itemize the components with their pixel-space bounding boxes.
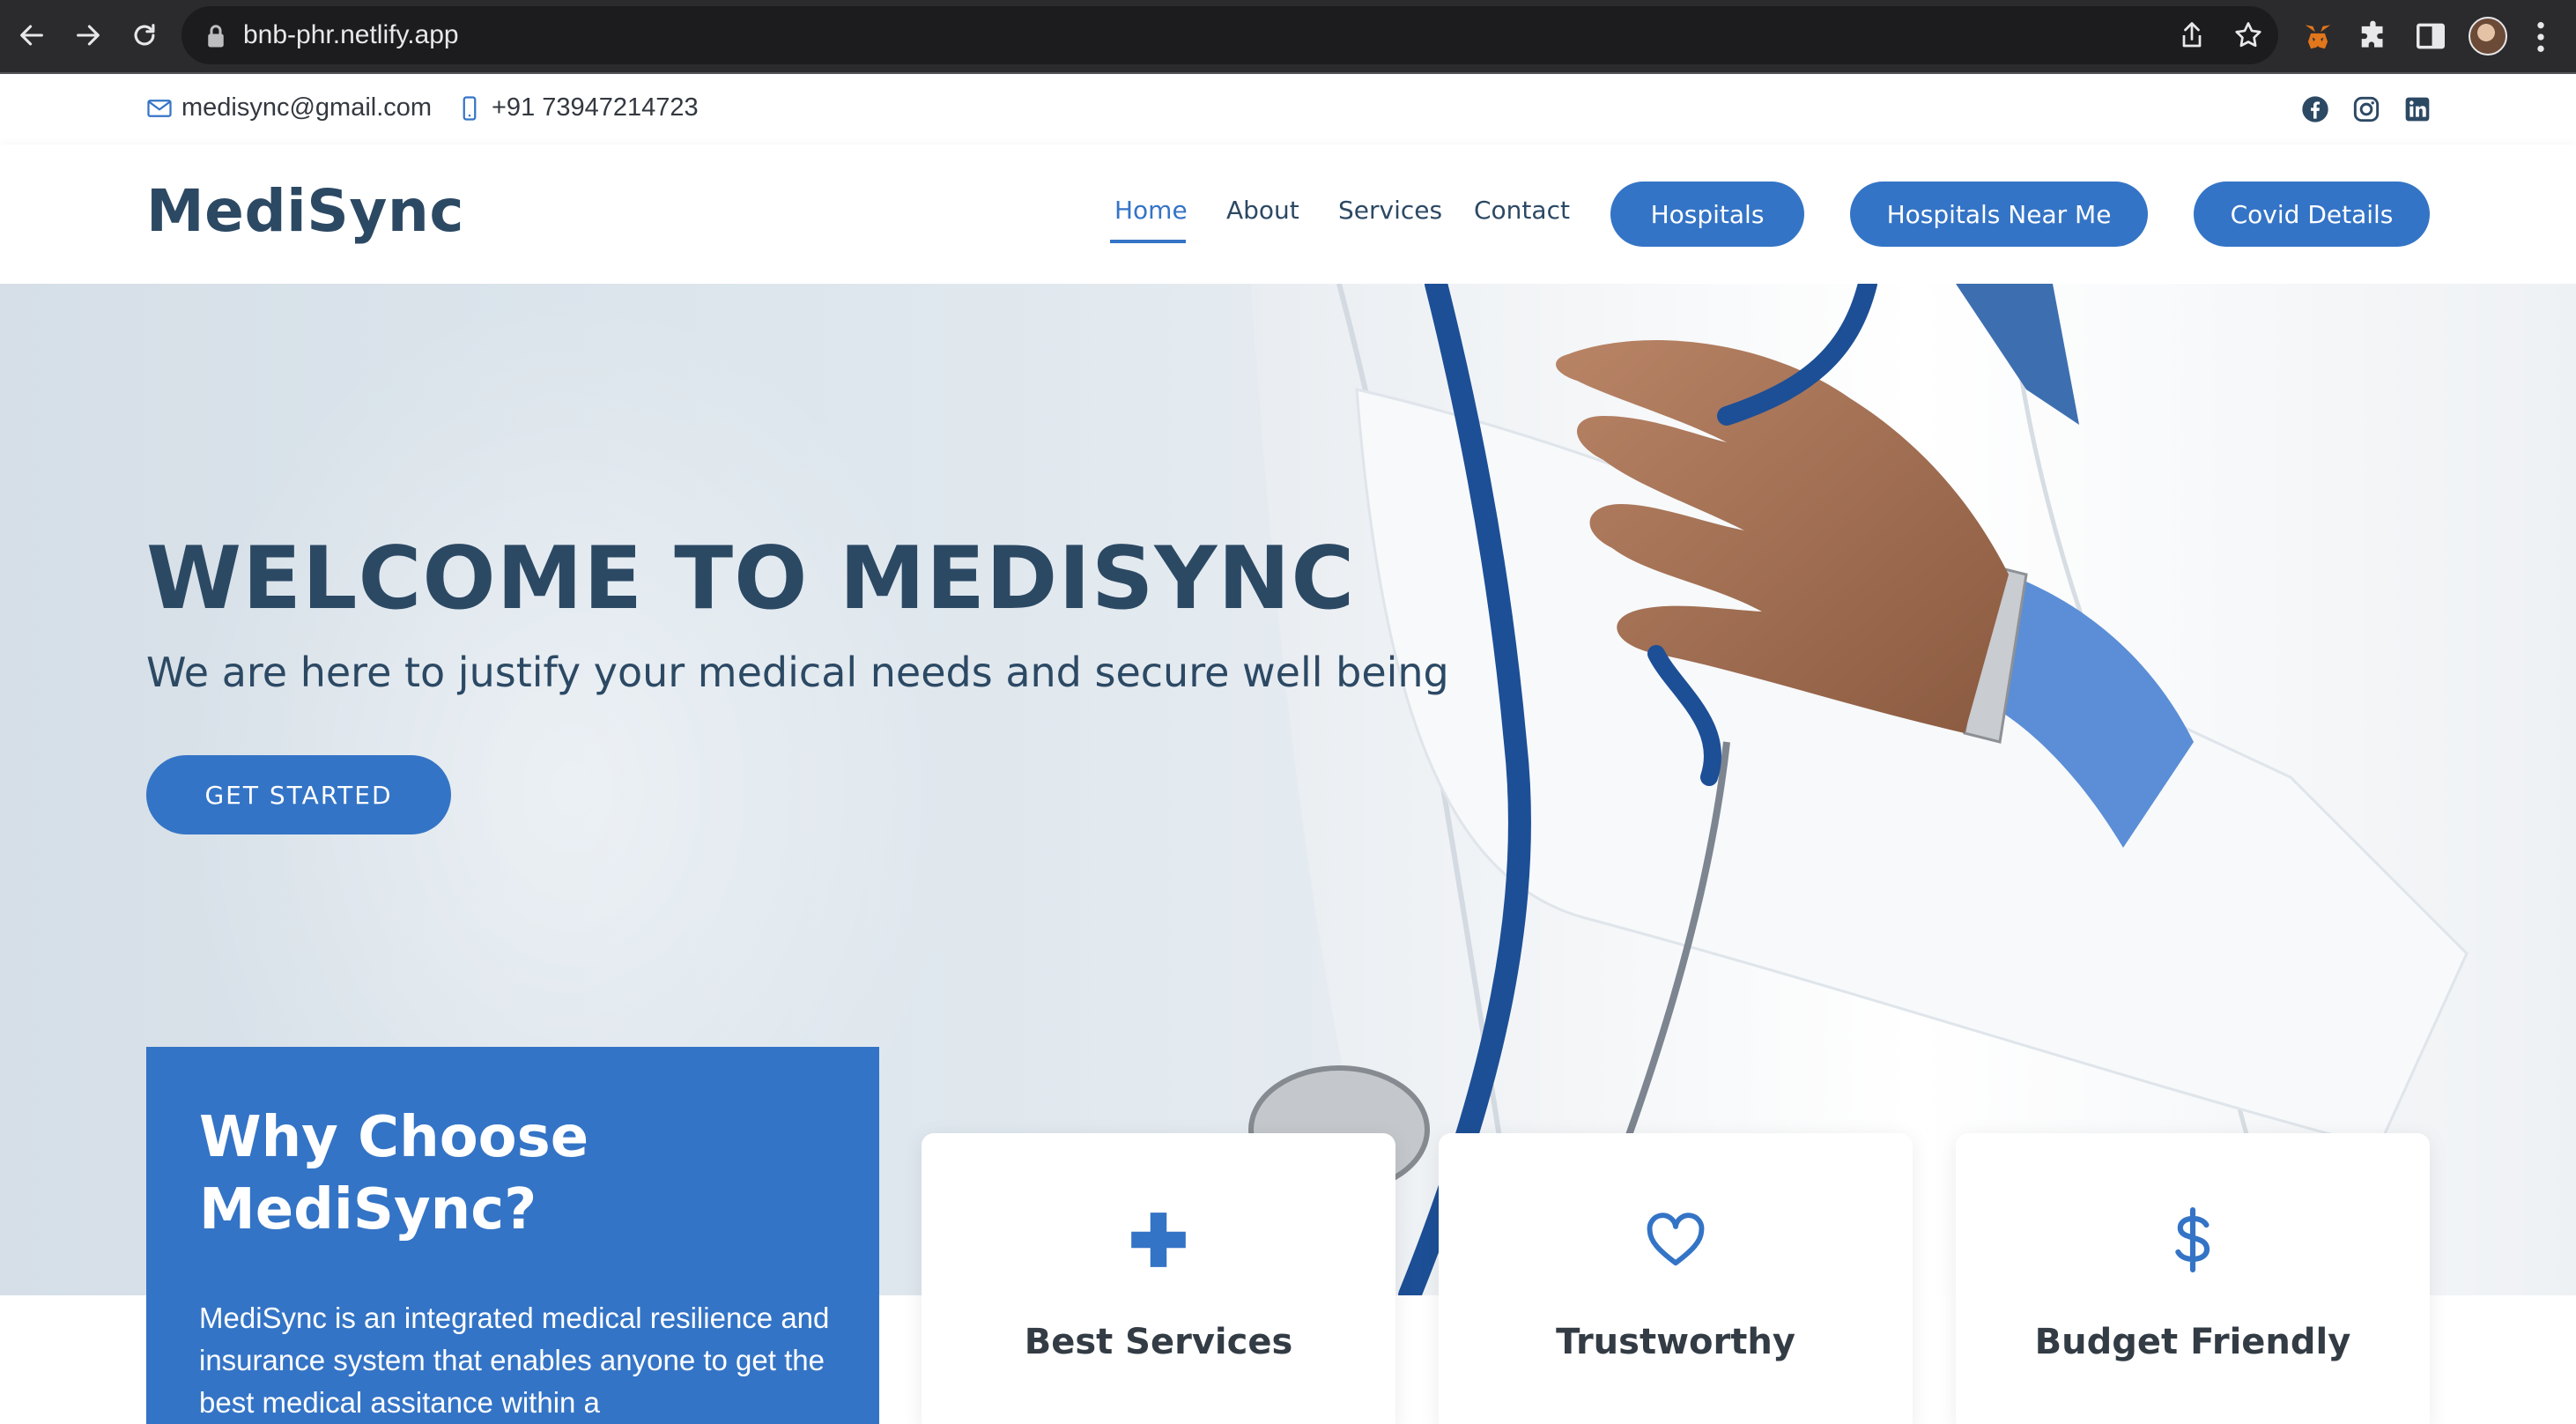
site-logo[interactable]: MediSync bbox=[146, 177, 464, 245]
why-choose-title: Why Choose MediSync? bbox=[199, 1105, 589, 1242]
sidebar-icon[interactable] bbox=[2414, 19, 2447, 53]
heart-icon bbox=[1647, 1213, 1705, 1266]
get-started-button[interactable]: GET STARTED bbox=[146, 755, 451, 834]
feature-card-trustworthy bbox=[1439, 1133, 1913, 1424]
dollar-icon bbox=[2175, 1207, 2210, 1272]
nav-home[interactable]: Home bbox=[1114, 196, 1188, 225]
url-text[interactable]: bnb-phr.netlify.app bbox=[243, 16, 459, 55]
phone-text[interactable]: +91 73947214723 bbox=[492, 93, 699, 122]
nav-active-underline bbox=[1110, 240, 1186, 243]
phone-contact[interactable]: +91 73947214723 bbox=[456, 93, 699, 122]
feature-label-trustworthy: Trustworthy bbox=[1556, 1322, 1795, 1362]
facebook-icon[interactable] bbox=[2301, 95, 2329, 123]
lock-icon bbox=[208, 25, 224, 48]
puzzle-icon[interactable] bbox=[2358, 19, 2391, 53]
hero-title: WELCOME TO MEDISYNC bbox=[146, 529, 1356, 629]
profile-avatar[interactable] bbox=[2469, 17, 2507, 56]
hospitals-near-me-button[interactable]: Hospitals Near Me bbox=[1850, 182, 2148, 247]
feature-card-best-services bbox=[922, 1133, 1395, 1424]
instagram-icon[interactable] bbox=[2352, 95, 2380, 123]
reload-icon[interactable] bbox=[123, 14, 166, 56]
menu-dots-icon[interactable] bbox=[2535, 19, 2546, 55]
why-choose-description: MediSync is an integrated medical resili… bbox=[199, 1302, 830, 1419]
email-contact[interactable]: medisync@gmail.com bbox=[146, 93, 432, 122]
share-icon[interactable] bbox=[2176, 19, 2208, 51]
plus-icon bbox=[1131, 1213, 1186, 1267]
hero-subtitle: We are here to justify your medical need… bbox=[146, 649, 1449, 696]
forward-arrow-icon[interactable] bbox=[67, 14, 109, 56]
back-arrow-icon[interactable] bbox=[11, 14, 53, 56]
hospitals-button[interactable]: Hospitals bbox=[1610, 182, 1804, 247]
phone-icon bbox=[463, 95, 477, 121]
nav-services[interactable]: Services bbox=[1338, 196, 1442, 225]
star-icon[interactable] bbox=[2232, 19, 2264, 51]
metamask-icon[interactable] bbox=[2301, 19, 2335, 53]
envelope-icon bbox=[147, 99, 172, 117]
linkedin-icon[interactable] bbox=[2403, 95, 2432, 123]
nav-about[interactable]: About bbox=[1226, 196, 1299, 225]
feature-label-budget-friendly: Budget Friendly bbox=[2034, 1322, 2351, 1362]
address-bar[interactable] bbox=[181, 6, 2278, 64]
covid-details-button[interactable]: Covid Details bbox=[2194, 182, 2430, 247]
email-text[interactable]: medisync@gmail.com bbox=[181, 93, 432, 122]
nav-contact[interactable]: Contact bbox=[1474, 196, 1570, 225]
feature-label-best-services: Best Services bbox=[1024, 1322, 1293, 1362]
feature-card-budget-friendly bbox=[1956, 1133, 2430, 1424]
